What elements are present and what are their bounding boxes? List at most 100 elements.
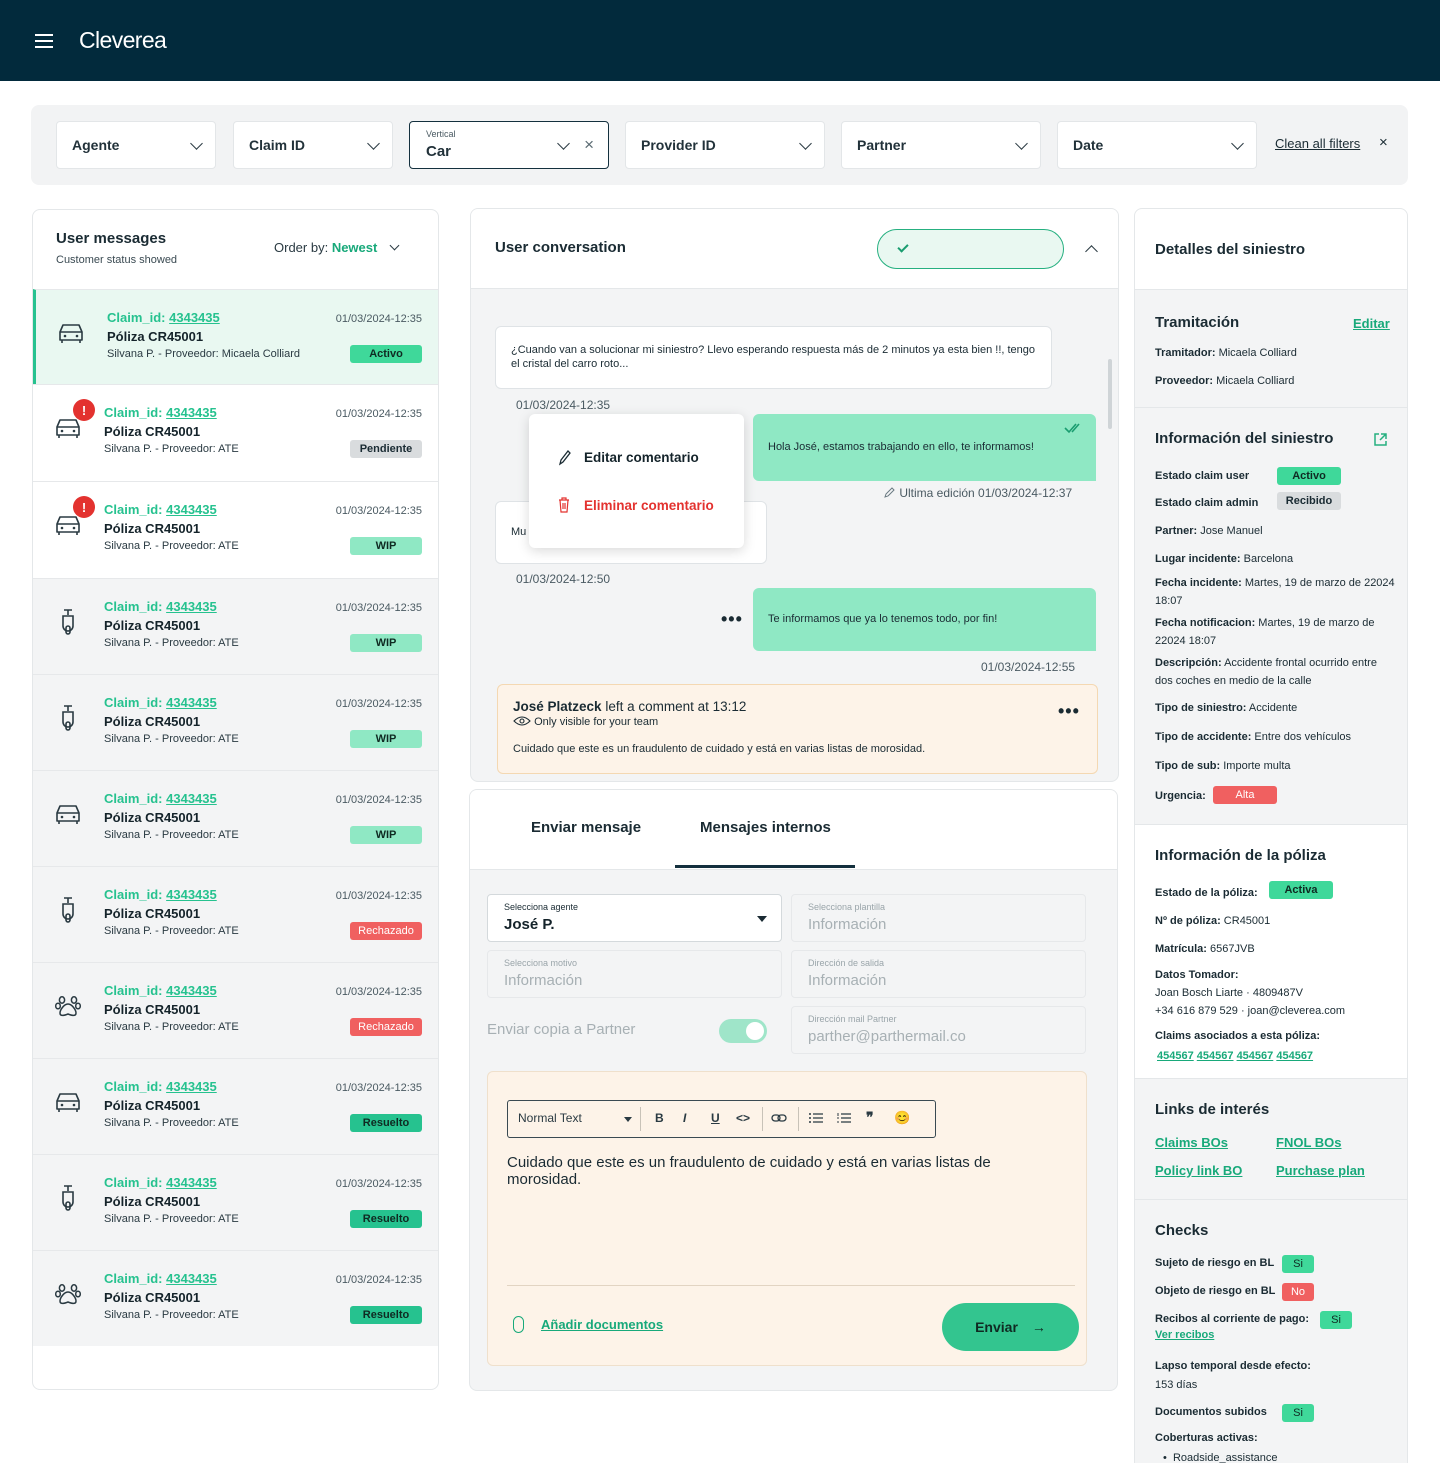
claim-id-link[interactable]: Claim_id: 4343435 bbox=[104, 695, 217, 710]
claim-link[interactable]: 454567 bbox=[1237, 1050, 1274, 1062]
message-timestamp: 01/03/2024-12:35 bbox=[516, 398, 611, 412]
message-date: 01/03/2024-12:35 bbox=[335, 1082, 422, 1094]
ver-recibos-link[interactable]: Ver recibos bbox=[1155, 1329, 1214, 1341]
links-title: Links de interés bbox=[1155, 1101, 1270, 1118]
policy-link-bo-link[interactable]: Policy link BO bbox=[1155, 1163, 1242, 1178]
text-style-select[interactable]: Normal Text bbox=[518, 1111, 582, 1125]
claim-id-link[interactable]: Claim_id: 4343435 bbox=[104, 791, 217, 806]
message-bubble-agent[interactable]: Te informamos que ya lo tenemos todo, po… bbox=[753, 588, 1096, 651]
menu-icon[interactable] bbox=[35, 34, 53, 48]
message-list-item[interactable]: Claim_id: 4343435 Póliza CR45001 Silvana P… bbox=[33, 866, 438, 962]
agent-select[interactable]: Selecciona agente José P. bbox=[487, 894, 782, 942]
editor-text[interactable]: Cuidado que este es un fraudulento de cu… bbox=[507, 1154, 1047, 1188]
tab-send-message[interactable]: Enviar mensaje bbox=[531, 819, 641, 836]
claim-id-link[interactable]: Claim_id: 4343435 bbox=[104, 405, 217, 420]
add-documents-link[interactable]: Añadir documentos bbox=[541, 1317, 663, 1332]
partner-mail-field[interactable]: Dirección mail Partner parther@partherma… bbox=[791, 1006, 1086, 1054]
exit-address-field[interactable]: Dirección de salida Información bbox=[791, 950, 1086, 998]
tipo-siniestro-key: Tipo de siniestro: bbox=[1155, 702, 1247, 714]
bold-icon[interactable]: B bbox=[655, 1111, 664, 1125]
claim-id-link[interactable]: Claim_id: 4343435 bbox=[104, 599, 217, 614]
filter-claim-id[interactable]: Claim ID bbox=[233, 121, 393, 169]
external-link-icon[interactable] bbox=[1373, 432, 1388, 447]
filter-agente[interactable]: Agente bbox=[56, 121, 216, 169]
more-options-icon[interactable]: ••• bbox=[721, 609, 743, 630]
partner-value: Jose Manuel bbox=[1197, 525, 1263, 537]
filter-provider-id[interactable]: Provider ID bbox=[625, 121, 825, 169]
code-icon[interactable]: <> bbox=[736, 1111, 750, 1125]
message-bubble-agent[interactable]: Hola José, estamos trabajando en ello, t… bbox=[753, 414, 1096, 481]
send-button-label: Enviar bbox=[975, 1319, 1018, 1335]
numbered-list-icon[interactable] bbox=[837, 1112, 851, 1124]
claim-id-link[interactable]: Claim_id: 4343435 bbox=[104, 502, 217, 517]
send-button[interactable]: Enviar → bbox=[942, 1303, 1079, 1351]
fnol-bos-link[interactable]: FNOL BOs bbox=[1276, 1135, 1342, 1150]
arrow-right-icon: → bbox=[1031, 1319, 1046, 1335]
conversation-header: User conversation bbox=[471, 209, 1118, 289]
message-list-item[interactable]: ! Claim_id: 4343435 Póliza CR45001 Silvana … bbox=[33, 384, 438, 481]
chevron-up-icon[interactable] bbox=[1085, 245, 1098, 258]
template-select[interactable]: Selecciona plantilla Información bbox=[791, 894, 1086, 942]
claim-id-link[interactable]: Claim_id: 4343435 bbox=[107, 310, 220, 325]
message-list-item[interactable]: Claim_id: 4343435 Póliza CR45001 Silvana P… bbox=[33, 289, 438, 384]
paperclip-icon[interactable] bbox=[513, 1316, 524, 1333]
copy-partner-toggle[interactable] bbox=[719, 1019, 767, 1043]
filter-claim-id-label: Claim ID bbox=[249, 137, 306, 153]
delete-comment-menu-item[interactable]: Eliminar comentario bbox=[584, 498, 714, 513]
claim-id-link[interactable]: Claim_id: 4343435 bbox=[104, 1079, 217, 1094]
claim-id-link[interactable]: Claim_id: 4343435 bbox=[104, 1175, 217, 1190]
clear-vertical-icon[interactable]: × bbox=[584, 135, 594, 155]
message-list-item[interactable]: Claim_id: 4343435 Póliza CR45001 Silvana P… bbox=[33, 1058, 438, 1154]
purchase-plan-link[interactable]: Purchase plan bbox=[1276, 1163, 1365, 1178]
message-list-item[interactable]: Claim_id: 4343435 Póliza CR45001 Silvana P… bbox=[33, 962, 438, 1058]
message-list-item[interactable]: Claim_id: 4343435 Póliza CR45001 Silvana P… bbox=[33, 1154, 438, 1250]
reason-select[interactable]: Selecciona motivo Información bbox=[487, 950, 782, 998]
emoji-icon[interactable]: 😊 bbox=[894, 1110, 910, 1126]
edit-tramitacion-link[interactable]: Editar bbox=[1353, 316, 1390, 331]
status-pill[interactable] bbox=[877, 229, 1064, 269]
filter-vertical[interactable]: Vertical Car × bbox=[409, 121, 609, 169]
claim-id-value: 4343435 bbox=[166, 983, 217, 998]
claim-id-link[interactable]: Claim_id: 4343435 bbox=[104, 1271, 217, 1286]
message-date: 01/03/2024-12:35 bbox=[335, 505, 422, 517]
message-list-item[interactable]: Claim_id: 4343435 Póliza CR45001 Silvana P… bbox=[33, 1250, 438, 1346]
claim-link[interactable]: 454567 bbox=[1197, 1050, 1234, 1062]
status-badge: WIP bbox=[350, 826, 422, 844]
claim-id-prefix: Claim_id: bbox=[104, 791, 167, 806]
tipo-accidente-key: Tipo de accidente: bbox=[1155, 731, 1252, 743]
more-options-icon[interactable]: ••• bbox=[1058, 701, 1080, 722]
claims-bos-link[interactable]: Claims BOs bbox=[1155, 1135, 1228, 1150]
conversation-scrollbar[interactable] bbox=[1108, 359, 1112, 429]
message-text: Te informamos que ya lo tenemos todo, po… bbox=[768, 612, 998, 625]
editor-toolbar: Normal Text B I U <> ❞ 😊 bbox=[507, 1100, 936, 1138]
tab-internal-messages[interactable]: Mensajes internos bbox=[700, 819, 831, 836]
reason-select-value: Información bbox=[504, 972, 583, 989]
filter-provider-id-label: Provider ID bbox=[641, 137, 716, 153]
car-icon bbox=[53, 1089, 83, 1115]
order-by-dropdown[interactable]: Order by: Newest bbox=[274, 240, 400, 255]
message-date: 01/03/2024-12:35 bbox=[335, 698, 422, 710]
message-list-item[interactable]: Claim_id: 4343435 Póliza CR45001 Silvana P… bbox=[33, 674, 438, 770]
tramitacion-title: Tramitación bbox=[1155, 314, 1240, 331]
claim-link[interactable]: 454567 bbox=[1276, 1050, 1313, 1062]
partner-mail-label: Dirección mail Partner bbox=[808, 1014, 897, 1024]
scooter-icon bbox=[53, 606, 83, 635]
chevron-down-icon bbox=[190, 137, 203, 150]
claim-link[interactable]: 454567 bbox=[1157, 1050, 1194, 1062]
quote-icon[interactable]: ❞ bbox=[866, 1109, 874, 1126]
close-icon[interactable]: × bbox=[1379, 134, 1388, 151]
filter-date[interactable]: Date bbox=[1057, 121, 1257, 169]
edit-comment-menu-item[interactable]: Editar comentario bbox=[584, 450, 699, 465]
filter-partner[interactable]: Partner bbox=[841, 121, 1041, 169]
clean-filters-link[interactable]: Clean all filters bbox=[1275, 136, 1360, 151]
claim-id-link[interactable]: Claim_id: 4343435 bbox=[104, 887, 217, 902]
message-date: 01/03/2024-12:35 bbox=[335, 1274, 422, 1286]
claim-id-link[interactable]: Claim_id: 4343435 bbox=[104, 983, 217, 998]
message-list-item[interactable]: Claim_id: 4343435 Póliza CR45001 Silvana P… bbox=[33, 578, 438, 674]
link-icon[interactable] bbox=[771, 1113, 787, 1123]
italic-icon[interactable]: I bbox=[683, 1111, 686, 1125]
underline-icon[interactable]: U bbox=[711, 1111, 720, 1125]
message-list-item[interactable]: Claim_id: 4343435 Póliza CR45001 Silvana P… bbox=[33, 770, 438, 866]
message-list-item[interactable]: ! Claim_id: 4343435 Póliza CR45001 Silvana … bbox=[33, 481, 438, 578]
bullet-list-icon[interactable] bbox=[809, 1112, 823, 1124]
